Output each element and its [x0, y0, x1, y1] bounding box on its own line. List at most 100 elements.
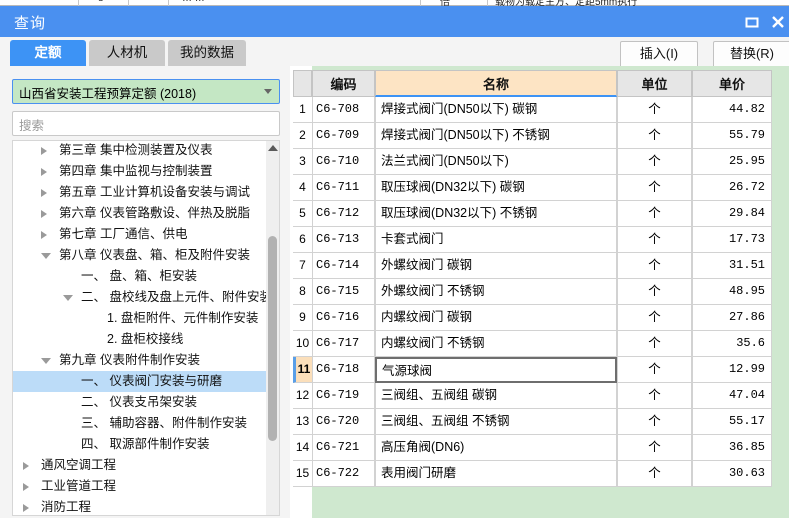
tab-rencaiji[interactable]: 人材机 [89, 40, 165, 66]
tree-scrollbar[interactable] [266, 140, 280, 516]
tree-item[interactable]: 第三章 集中检测装置及仪表 [13, 141, 267, 161]
chapter-tree[interactable]: 第三章 集中检测装置及仪表 第四章 集中监视与控制装置 第五章 工业计算机设备安装与… [12, 140, 267, 516]
cell-name[interactable]: 高压角阀(DN6) [375, 435, 617, 461]
cell-code[interactable]: C6-716 [312, 305, 375, 331]
cell-name[interactable]: 内螺纹阀门 碳钢 [375, 305, 617, 331]
cell-unit[interactable]: 个 [617, 435, 692, 461]
tree-item[interactable]: 第九章 仪表附件制作安装 [13, 350, 267, 371]
cell-price[interactable]: 48.95 [692, 279, 772, 305]
cell-code[interactable]: C6-712 [312, 201, 375, 227]
cell-price[interactable]: 47.04 [692, 383, 772, 409]
table-row[interactable]: 13 C6-720 三阀组、五阀组 不锈钢个 55.17 [293, 409, 773, 435]
tree-item[interactable]: 一、 盘、箱、柜安装 [13, 266, 267, 287]
search-input[interactable]: 搜索 [12, 111, 280, 136]
tree-item-selected[interactable]: 一、 仪表阀门安装与研磨 [13, 371, 267, 392]
cell-idx[interactable]: 13 [293, 409, 312, 435]
tree-item[interactable]: 第四章 集中监视与控制装置 [13, 161, 267, 182]
table-row[interactable]: 4 C6-711 取压球阀(DN32以下) 碳钢个 26.72 [293, 175, 773, 201]
tree-item[interactable]: 四、 取源部件制作安装 [13, 434, 267, 455]
cell-unit[interactable]: 个 [617, 253, 692, 279]
tree-item[interactable]: 第五章 工业计算机设备安装与调试 [13, 182, 267, 203]
cell-idx[interactable]: 11 [293, 357, 312, 383]
tree-item[interactable]: 二、 盘校线及盘上元件、附件安装 [13, 287, 267, 308]
cell-price[interactable]: 26.72 [692, 175, 772, 201]
chevron-right-icon[interactable] [23, 462, 29, 470]
chevron-right-icon[interactable] [41, 168, 47, 176]
replace-button[interactable]: 替换(R) [713, 41, 789, 68]
table-row[interactable]: 15 C6-722 表用阀门研磨个 30.63 [293, 461, 773, 487]
chevron-right-icon[interactable] [41, 189, 47, 197]
cell-code[interactable]: C6-718 [312, 357, 375, 383]
cell-price[interactable]: 44.82 [692, 97, 772, 123]
cell-unit[interactable]: 个 [617, 409, 692, 435]
cell-name[interactable]: 气源球阀 [375, 357, 617, 383]
insert-button[interactable]: 插入(I) [620, 41, 698, 68]
cell-price[interactable]: 55.79 [692, 123, 772, 149]
cell-price[interactable]: 17.73 [692, 227, 772, 253]
table-row[interactable]: 9 C6-716 内螺纹阀门 碳钢个 27.86 [293, 305, 773, 331]
chevron-down-icon[interactable] [41, 253, 51, 259]
cell-idx[interactable]: 12 [293, 383, 312, 409]
cell-name[interactable]: 法兰式阀门(DN50以下) [375, 149, 617, 175]
cell-price[interactable]: 27.86 [692, 305, 772, 331]
cell-name[interactable]: 焊接式阀门(DN50以下) 不锈钢 [375, 123, 617, 149]
cell-price[interactable]: 35.6 [692, 331, 772, 357]
cell-unit[interactable]: 个 [617, 383, 692, 409]
cell-unit[interactable]: 个 [617, 149, 692, 175]
cell-code[interactable]: C6-709 [312, 123, 375, 149]
cell-idx[interactable]: 10 [293, 331, 312, 357]
table-row[interactable]: 2 C6-709 焊接式阀门(DN50以下) 不锈钢个 55.79 [293, 123, 773, 149]
cell-idx[interactable]: 9 [293, 305, 312, 331]
chevron-right-icon[interactable] [41, 210, 47, 218]
chevron-down-icon[interactable] [41, 358, 51, 364]
tree-item[interactable]: 三、 辅助容器、附件制作安装 [13, 413, 267, 434]
cell-unit[interactable]: 个 [617, 279, 692, 305]
scroll-up-arrow-icon[interactable] [268, 145, 278, 151]
cell-idx[interactable]: 15 [293, 461, 312, 487]
chevron-right-icon[interactable] [23, 504, 29, 512]
cell-code[interactable]: C6-711 [312, 175, 375, 201]
table-row[interactable]: 1 C6-708 焊接式阀门(DN50以下) 碳钢个 44.82 [293, 97, 773, 123]
cell-unit[interactable]: 个 [617, 305, 692, 331]
cell-price[interactable]: 36.85 [692, 435, 772, 461]
cell-code[interactable]: C6-719 [312, 383, 375, 409]
cell-code[interactable]: C6-714 [312, 253, 375, 279]
cell-unit[interactable]: 个 [617, 227, 692, 253]
tree-scrollbar-thumb[interactable] [268, 236, 277, 441]
cell-unit[interactable]: 个 [617, 331, 692, 357]
cell-idx[interactable]: 3 [293, 149, 312, 175]
cell-name[interactable]: 取压球阀(DN32以下) 碳钢 [375, 175, 617, 201]
column-header-单位[interactable]: 单位 [617, 70, 692, 97]
cell-price[interactable]: 12.99 [692, 357, 772, 383]
table-row[interactable]: 6 C6-713 卡套式阀门个 17.73 [293, 227, 773, 253]
cell-name[interactable]: 取压球阀(DN32以下) 不锈钢 [375, 201, 617, 227]
tree-item[interactable]: 消防工程 [13, 497, 267, 515]
chevron-right-icon[interactable] [41, 231, 47, 239]
column-header-编码[interactable]: 编码 [312, 70, 375, 97]
cell-unit[interactable]: 个 [617, 123, 692, 149]
cell-name[interactable]: 卡套式阀门 [375, 227, 617, 253]
cell-price[interactable]: 29.84 [692, 201, 772, 227]
table-row[interactable]: 12 C6-719 三阀组、五阀组 碳钢个 47.04 [293, 383, 773, 409]
chevron-down-icon[interactable] [63, 295, 73, 301]
tab-my-data[interactable]: 我的数据 [168, 40, 246, 66]
cell-price[interactable]: 31.51 [692, 253, 772, 279]
cell-idx[interactable]: 1 [293, 97, 312, 123]
cell-idx[interactable]: 2 [293, 123, 312, 149]
column-header-index[interactable] [293, 70, 312, 97]
cell-unit[interactable]: 个 [617, 175, 692, 201]
cell-name[interactable]: 三阀组、五阀组 碳钢 [375, 383, 617, 409]
cell-name[interactable]: 内螺纹阀门 不锈钢 [375, 331, 617, 357]
column-header-名称[interactable]: 名称 [375, 70, 617, 97]
cell-unit[interactable]: 个 [617, 357, 692, 383]
cell-idx[interactable]: 5 [293, 201, 312, 227]
cell-idx[interactable]: 7 [293, 253, 312, 279]
close-icon[interactable] [770, 15, 786, 29]
table-row[interactable]: 14 C6-721 高压角阀(DN6) 个 36.85 [293, 435, 773, 461]
cell-unit[interactable]: 个 [617, 201, 692, 227]
tree-item[interactable]: 2. 盘柜校接线 [13, 329, 267, 350]
cell-name[interactable]: 外螺纹阀门 不锈钢 [375, 279, 617, 305]
table-row[interactable]: 5 C6-712 取压球阀(DN32以下) 不锈钢个 29.84 [293, 201, 773, 227]
tree-item[interactable]: 第八章 仪表盘、箱、柜及附件安装 [13, 245, 267, 266]
cell-name[interactable]: 三阀组、五阀组 不锈钢 [375, 409, 617, 435]
